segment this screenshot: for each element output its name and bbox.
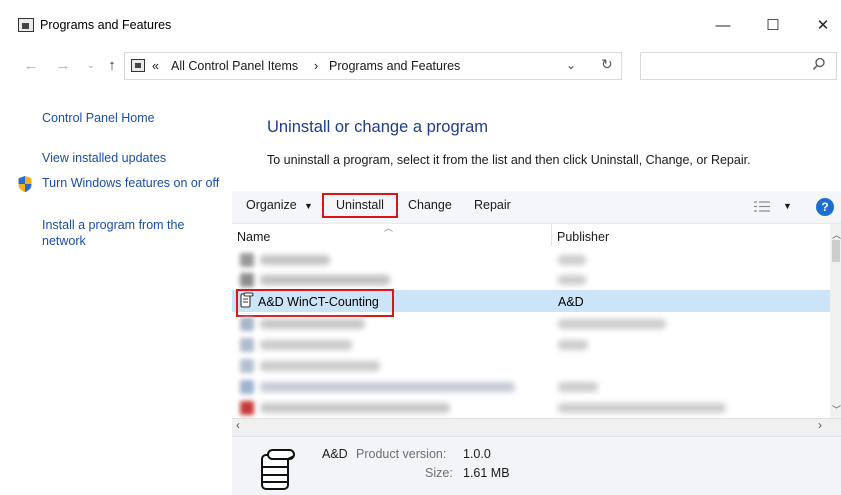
search-input[interactable] bbox=[640, 52, 837, 80]
up-arrow-icon[interactable]: ↑ bbox=[101, 55, 123, 77]
program-name-blurred bbox=[260, 403, 450, 413]
program-name-blurred bbox=[260, 319, 365, 329]
uninstall-highlight bbox=[322, 193, 398, 218]
publisher-blurred bbox=[558, 382, 598, 392]
recent-locations-chevron-icon[interactable]: ⌄ bbox=[80, 55, 102, 77]
forward-arrow-icon[interactable]: → bbox=[52, 55, 74, 77]
scroll-down-arrow-icon[interactable]: ﹀ bbox=[832, 403, 841, 416]
change-button[interactable]: Change bbox=[408, 198, 452, 212]
details-publisher: A&D bbox=[322, 447, 348, 461]
program-name-blurred bbox=[260, 382, 515, 392]
sort-ascending-icon: ︿ bbox=[384, 223, 394, 233]
list-item[interactable] bbox=[232, 313, 830, 335]
size-value: 1.61 MB bbox=[463, 466, 510, 480]
list-item[interactable] bbox=[232, 334, 830, 356]
breadcrumb-separator: › bbox=[314, 59, 319, 73]
control-panel-home-link[interactable]: Control Panel Home bbox=[42, 110, 155, 126]
breadcrumb-overflow[interactable]: « bbox=[152, 59, 159, 73]
breadcrumb-programs-and-features[interactable]: Programs and Features bbox=[329, 59, 460, 73]
selected-program-publisher: A&D bbox=[558, 295, 584, 309]
window-title: Programs and Features bbox=[40, 18, 172, 32]
column-header-name[interactable]: Name bbox=[237, 230, 270, 244]
list-item[interactable] bbox=[232, 249, 830, 271]
publisher-blurred bbox=[558, 403, 726, 413]
organize-dropdown-icon[interactable]: ▼ bbox=[304, 201, 313, 211]
control-panel-icon bbox=[18, 18, 34, 32]
view-installed-updates-link[interactable]: View installed updates bbox=[42, 150, 166, 166]
install-from-network-link[interactable]: Install a program from the network bbox=[42, 217, 212, 249]
publisher-blurred bbox=[558, 275, 586, 285]
program-name-blurred bbox=[260, 340, 352, 350]
publisher-blurred bbox=[558, 319, 666, 329]
publisher-blurred bbox=[558, 255, 586, 265]
uac-shield-icon bbox=[17, 175, 33, 193]
publisher-blurred bbox=[558, 340, 588, 350]
program-name-blurred bbox=[260, 255, 330, 265]
column-header-publisher[interactable]: Publisher bbox=[557, 230, 609, 244]
program-icon bbox=[240, 273, 254, 287]
size-label: Size: bbox=[425, 466, 453, 480]
repair-button[interactable]: Repair bbox=[474, 198, 511, 212]
program-icon bbox=[240, 359, 254, 373]
program-icon bbox=[240, 253, 254, 267]
list-item[interactable] bbox=[232, 355, 830, 377]
list-item[interactable] bbox=[232, 376, 830, 398]
details-pane bbox=[232, 436, 841, 495]
minimize-button[interactable]: — bbox=[700, 10, 746, 42]
product-version-value: 1.0.0 bbox=[463, 447, 491, 461]
scroll-left-arrow-icon[interactable]: ‹ bbox=[236, 418, 240, 432]
program-name-blurred bbox=[260, 275, 390, 285]
search-icon[interactable] bbox=[812, 57, 826, 71]
scroll-right-arrow-icon[interactable]: › bbox=[818, 418, 822, 432]
turn-windows-features-link[interactable]: Turn Windows features on or off bbox=[42, 175, 220, 191]
help-icon[interactable]: ? bbox=[816, 198, 834, 216]
horizontal-scrollbar[interactable] bbox=[232, 418, 841, 436]
breadcrumb-all-control-panel-items[interactable]: All Control Panel Items bbox=[171, 59, 298, 73]
program-icon bbox=[240, 401, 254, 415]
program-name-blurred bbox=[260, 361, 380, 371]
address-dropdown-chevron-icon[interactable]: ⌄ bbox=[566, 58, 576, 72]
view-dropdown-icon[interactable]: ▼ bbox=[783, 201, 792, 211]
page-description: To uninstall a program, select it from t… bbox=[267, 153, 751, 167]
list-item[interactable] bbox=[232, 397, 830, 419]
control-panel-small-icon bbox=[131, 59, 145, 72]
program-large-icon bbox=[258, 447, 298, 491]
program-icon bbox=[240, 338, 254, 352]
vertical-scroll-thumb[interactable] bbox=[832, 240, 840, 262]
page-title: Uninstall or change a program bbox=[267, 118, 489, 136]
organize-button[interactable]: Organize bbox=[246, 198, 297, 212]
view-details-icon[interactable] bbox=[754, 200, 770, 213]
maximize-button[interactable]: ☐ bbox=[750, 10, 796, 42]
program-icon bbox=[240, 317, 254, 331]
refresh-icon[interactable]: ↻ bbox=[601, 56, 613, 73]
back-arrow-icon[interactable]: ← bbox=[20, 55, 42, 77]
list-item[interactable] bbox=[232, 269, 830, 291]
close-button[interactable]: ✕ bbox=[800, 10, 841, 42]
product-version-label: Product version: bbox=[356, 447, 447, 461]
column-divider[interactable] bbox=[551, 224, 552, 246]
program-icon bbox=[240, 380, 254, 394]
